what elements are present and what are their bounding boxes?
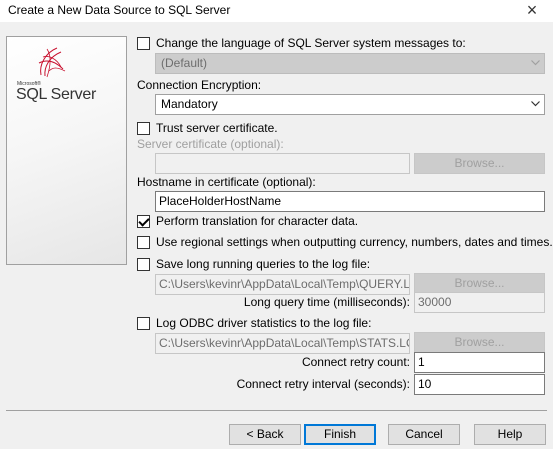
long-query-time-input[interactable]: 30000 [414,292,545,313]
long-queries-browse-button[interactable]: Browse... [414,273,545,294]
language-select-value: (Default) [161,56,208,70]
odbc-stats-path-input[interactable]: C:\Users\kevinr\AppData\Local\Temp\STATS… [155,333,410,354]
perform-translation-checkbox[interactable] [137,215,150,228]
language-select[interactable]: (Default) [155,53,545,74]
hostname-input[interactable]: PlaceHolderHostName [155,191,545,212]
perform-translation-label: Perform translation for character data. [156,214,359,228]
retry-count-label: Connect retry count: [301,355,410,369]
retry-interval-input[interactable]: 10 [414,374,545,395]
product-name: SQL Server [16,86,96,103]
server-certificate-label: Server certificate (optional): [137,137,284,151]
odbc-stats-browse-button[interactable]: Browse... [414,332,545,353]
server-certificate-browse-button[interactable]: Browse... [414,153,545,174]
chevron-down-icon [531,101,540,107]
cancel-button[interactable]: Cancel [388,424,460,445]
odbc-stats-label: Log ODBC driver statistics to the log fi… [156,316,372,330]
sql-server-logo-panel: Microsoft® SQL Server [6,36,127,265]
retry-count-input[interactable]: 1 [414,352,545,373]
long-queries-checkbox[interactable] [137,258,150,271]
encryption-select-value: Mandatory [161,97,218,111]
encryption-select[interactable]: Mandatory [155,94,545,115]
title-bar: Create a New Data Source to SQL Server × [0,0,553,22]
back-button[interactable]: < Back [229,424,301,445]
odbc-stats-checkbox[interactable] [137,317,150,330]
window-title: Create a New Data Source to SQL Server [8,3,231,17]
finish-button[interactable]: Finish [304,424,376,445]
hostname-label: Hostname in certificate (optional): [137,175,316,189]
footer-divider [6,410,547,411]
long-query-time-label: Long query time (milliseconds): [243,295,410,309]
server-certificate-input[interactable] [155,153,410,174]
trust-certificate-label: Trust server certificate. [156,121,278,135]
trust-certificate-checkbox[interactable] [137,122,150,135]
close-icon[interactable]: × [514,0,550,22]
encryption-label: Connection Encryption: [137,78,262,92]
sql-server-logo-icon [38,47,66,78]
dialog-window: Create a New Data Source to SQL Server ×… [0,0,553,449]
change-language-checkbox[interactable] [137,37,150,50]
long-queries-label: Save long running queries to the log fil… [156,257,371,271]
regional-settings-label: Use regional settings when outputting cu… [156,235,553,249]
change-language-label: Change the language of SQL Server system… [156,36,466,50]
help-button[interactable]: Help [474,424,546,445]
long-queries-path-input[interactable]: C:\Users\kevinr\AppData\Local\Temp\QUERY… [155,274,410,295]
regional-settings-checkbox[interactable] [137,236,150,249]
retry-interval-label: Connect retry interval (seconds): [236,377,410,391]
chevron-down-icon [531,60,540,66]
